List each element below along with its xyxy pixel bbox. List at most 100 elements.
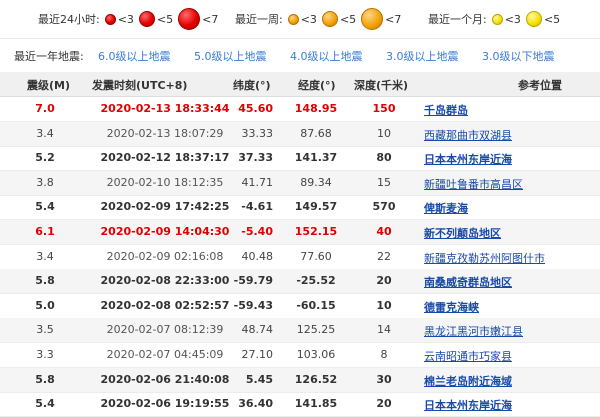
cell-depth: 20 <box>376 397 392 411</box>
cell-magnitude: 5.4 <box>35 200 55 214</box>
table-row: 3.8 2020-02-10 18:12:35 41.71 89.34 15 新疆吐鲁番市… <box>0 170 600 196</box>
cell-depth: 40 <box>376 225 392 238</box>
legend-month-item-2: <5 <box>525 11 561 27</box>
cell-longitude: 141.85 <box>294 397 338 411</box>
red-dot-medium-icon <box>138 11 155 27</box>
table-row: 3.5 2020-02-07 08:12:39 48.74 125.25 14 黑龙江黑河… <box>0 318 600 344</box>
cell-latitude: 27.10 <box>241 348 274 361</box>
cell-time: 2020-02-13 18:07:29 <box>106 126 224 140</box>
cell-latitude: -4.61 <box>241 200 273 214</box>
legend-week-label: 最近一周: <box>235 13 283 26</box>
cell-location-link[interactable]: 新疆吐鲁番市高昌区 <box>424 176 600 192</box>
cell-magnitude: 5.4 <box>35 397 55 411</box>
cell-latitude: -59.43 <box>233 298 273 312</box>
cell-depth: 14 <box>377 323 391 337</box>
cell-time: 2020-02-06 21:40:08 <box>100 372 230 386</box>
legend-month: 最近一个月: <3 <5 <box>428 0 560 38</box>
header-longitude: 经度(°) <box>298 79 336 92</box>
filter-link-3-plus[interactable]: 3.0级以上地震 <box>386 48 459 64</box>
legend-24h-item-1: <3 <box>104 12 134 26</box>
table-row: 5.8 2020-02-06 21:40:08 5.45 126.52 30 棉兰老岛附近… <box>0 367 600 393</box>
cell-location-link[interactable]: 西藏那曲市双湖县 <box>424 127 600 143</box>
cell-location-link[interactable]: 南桑威奇群岛地区 <box>424 274 600 290</box>
cell-magnitude: 3.8 <box>36 175 54 189</box>
cell-magnitude: 5.8 <box>35 372 55 386</box>
header-depth: 深度(千米) <box>354 79 409 92</box>
cell-time: 2020-02-08 22:33:00 <box>100 274 230 288</box>
table-row: 5.2 2020-02-12 18:37:17 37.33 141.37 80 日本本州东… <box>0 146 600 172</box>
legend-24h-item-1-label: <3 <box>117 12 134 26</box>
table-row: 7.0 2020-02-13 18:33:44 45.60 148.95 150 千岛群岛 <box>0 97 600 122</box>
cell-longitude: 89.34 <box>300 175 332 189</box>
cell-depth: 150 <box>372 102 396 115</box>
table-header: 震级(M) 发震时刻(UTC+8) 纬度(°) 经度(°) 深度(千米) 参考位… <box>0 72 600 97</box>
red-dot-large-icon <box>178 8 201 30</box>
cell-time: 2020-02-13 18:33:44 <box>100 102 230 115</box>
table-row: 5.4 2020-02-09 17:42:25 -4.61 149.57 570 俾斯麦海 <box>0 195 600 221</box>
cell-longitude: 126.52 <box>294 372 338 386</box>
cell-depth: 8 <box>380 348 388 361</box>
cell-magnitude: 5.0 <box>35 298 55 312</box>
table-row: 3.4 2020-02-13 18:07:29 33.33 87.68 10 西藏那曲市双… <box>0 121 600 147</box>
cell-latitude: 5.45 <box>245 372 273 386</box>
year-filter-bar: 最近一年地震: 6.0级以上地震 5.0级以上地震 4.0级以上地震 3.0级以… <box>0 38 600 74</box>
cell-longitude: 152.15 <box>294 225 338 238</box>
cell-location-link[interactable]: 云南昭通市巧家县 <box>424 348 600 364</box>
legend-week: 最近一周: <3 <5 <7 <box>235 0 401 38</box>
cell-location-link[interactable]: 棉兰老岛附近海域 <box>424 373 600 389</box>
cell-location-link[interactable]: 新疆克孜勒苏州阿图什市 <box>424 250 600 266</box>
cell-time: 2020-02-09 14:04:30 <box>100 225 230 238</box>
cell-latitude: -59.79 <box>233 274 273 288</box>
table-row: 5.8 2020-02-08 22:33:00 -59.79 -25.52 20 南桑威奇… <box>0 269 600 295</box>
cell-latitude: 36.40 <box>238 397 273 411</box>
cell-depth: 15 <box>377 175 391 189</box>
yellow-dot-small-icon <box>491 13 503 25</box>
cell-magnitude: 6.1 <box>35 225 55 238</box>
cell-longitude: 103.06 <box>296 348 336 361</box>
cell-location-link[interactable]: 黑龙江黑河市嫩江县 <box>424 323 600 339</box>
header-magnitude: 震级(M) <box>27 79 71 92</box>
cell-depth: 20 <box>376 274 392 288</box>
cell-depth: 30 <box>376 372 392 386</box>
filter-link-3-below[interactable]: 3.0级以下地震 <box>482 48 555 64</box>
cell-latitude: 45.60 <box>238 102 273 115</box>
cell-latitude: 40.48 <box>241 249 274 263</box>
cell-depth: 10 <box>376 298 392 312</box>
cell-location-link[interactable]: 俾斯麦海 <box>424 200 600 216</box>
red-dot-small-icon <box>104 13 116 25</box>
cell-location-link[interactable]: 德雷克海峡 <box>424 299 600 315</box>
cell-location-link[interactable]: 千岛群岛 <box>424 102 600 118</box>
legend-24h: 最近24小时: <3 <5 <7 <box>38 0 218 38</box>
legend-month-item-1-label: <3 <box>504 12 521 26</box>
cell-location-link[interactable]: 新不列颠岛地区 <box>424 225 600 241</box>
cell-longitude: 77.60 <box>300 249 332 263</box>
orange-dot-small-icon <box>287 13 299 25</box>
cell-depth: 22 <box>377 249 391 263</box>
cell-time: 2020-02-07 04:45:09 <box>106 348 224 361</box>
legend-week-item-1-label: <3 <box>300 12 317 26</box>
cell-longitude: 125.25 <box>296 323 336 337</box>
cell-latitude: 33.33 <box>241 126 274 140</box>
legend-24h-item-2: <5 <box>138 11 173 27</box>
filter-link-5-plus[interactable]: 5.0级以上地震 <box>194 48 267 64</box>
filter-link-6-plus[interactable]: 6.0级以上地震 <box>98 48 171 64</box>
legend-month-item-1: <3 <box>491 12 521 26</box>
cell-location-link[interactable]: 日本本州东岸近海 <box>424 151 600 167</box>
legend-month-label: 最近一个月: <box>428 13 487 26</box>
orange-dot-large-icon <box>361 8 384 30</box>
cell-longitude: 87.68 <box>300 126 332 140</box>
header-time: 发震时刻(UTC+8) <box>92 79 188 92</box>
legend-bar: 最近24小时: <3 <5 <7 最近一周: <3 <5 <7 最近一个月: <… <box>0 0 600 38</box>
legend-month-item-2-label: <5 <box>543 12 561 26</box>
cell-location-link[interactable]: 日本本州东岸近海 <box>424 397 600 413</box>
cell-latitude: -5.40 <box>241 225 273 238</box>
cell-magnitude: 3.5 <box>36 323 54 337</box>
cell-depth: 10 <box>377 126 391 140</box>
cell-magnitude: 3.4 <box>36 126 54 140</box>
filter-link-4-plus[interactable]: 4.0级以上地震 <box>290 48 363 64</box>
legend-week-item-1: <3 <box>287 12 317 26</box>
cell-time: 2020-02-08 02:52:57 <box>100 298 230 312</box>
cell-time: 2020-02-09 02:16:08 <box>106 249 224 263</box>
cell-magnitude: 3.3 <box>36 348 54 361</box>
cell-latitude: 41.71 <box>241 175 274 189</box>
